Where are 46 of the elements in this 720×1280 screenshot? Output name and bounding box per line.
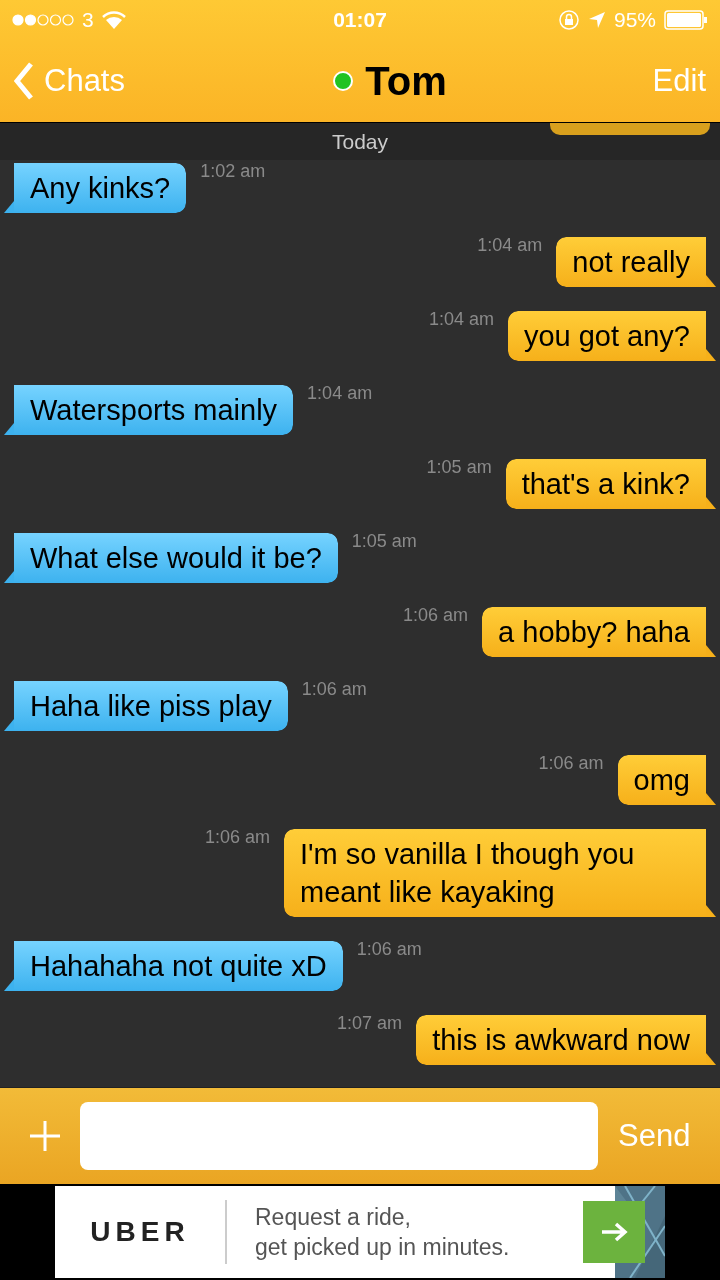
outgoing-message: that's a kink?: [505, 459, 716, 509]
outgoing-message: you got any?: [507, 311, 716, 361]
message-time: 1:02 am: [200, 161, 266, 182]
message-time: 1:06 am: [538, 753, 604, 774]
wifi-icon: [101, 11, 126, 29]
message-time: 1:04 am: [477, 235, 543, 256]
incoming-message: What else would it be?: [4, 533, 338, 583]
message-time: 1:05 am: [351, 531, 417, 552]
message-time: 1:06 am: [301, 679, 367, 700]
incoming-message: Haha like piss play: [4, 681, 288, 731]
message-time: 1:05 am: [426, 457, 492, 478]
go-button[interactable]: [583, 1201, 645, 1263]
location-arrow-icon: [587, 11, 606, 29]
message-time: 1:06 am: [204, 827, 270, 848]
outgoing-message: I'm so vanilla I though you meant like kayaking: [284, 829, 716, 917]
ad-text: get picked up in minutes.: [255, 1233, 511, 1262]
outgoing-message: not really: [556, 237, 716, 287]
message-time: 1:04 am: [307, 383, 373, 404]
battery-icon: [664, 10, 708, 30]
rotation-lock-icon: [557, 9, 580, 31]
arrow-right-icon: [600, 1222, 628, 1242]
message-time: 1:07 am: [337, 1013, 403, 1034]
edit-button[interactable]: Edit: [566, 63, 706, 99]
back-button[interactable]: Chats: [14, 62, 214, 100]
incoming-message: Watersports mainly: [4, 385, 294, 435]
message-input[interactable]: [80, 1102, 598, 1170]
message-time: 1:04 am: [428, 309, 494, 330]
brand-logo: UBER: [89, 1216, 191, 1248]
incoming-message: Any kinks?: [4, 163, 187, 213]
outgoing-message: this is awkward now: [416, 1015, 716, 1065]
ad-text: Request a ride,: [255, 1203, 412, 1232]
plus-icon[interactable]: [30, 1121, 60, 1151]
chevron-left-icon: [14, 62, 34, 100]
contact-name: Tom: [365, 58, 447, 104]
send-button[interactable]: Send: [618, 1118, 691, 1154]
date-divider: Today: [331, 129, 388, 154]
battery-percent: 95%: [613, 8, 656, 32]
outgoing-message: omg: [617, 755, 716, 805]
status-time: 01:07: [333, 8, 387, 32]
message-time: 1:06 am: [403, 605, 469, 626]
signal-icon: [12, 14, 74, 26]
ad-banner[interactable]: UBER Request a ride, get picked up in minutes.: [55, 1186, 665, 1278]
incoming-message: Hahahaha not quite xD: [4, 941, 343, 991]
carrier-name: 3: [82, 8, 94, 32]
outgoing-message: a hobby? haha: [482, 607, 716, 657]
message-time: 1:06 am: [356, 939, 422, 960]
